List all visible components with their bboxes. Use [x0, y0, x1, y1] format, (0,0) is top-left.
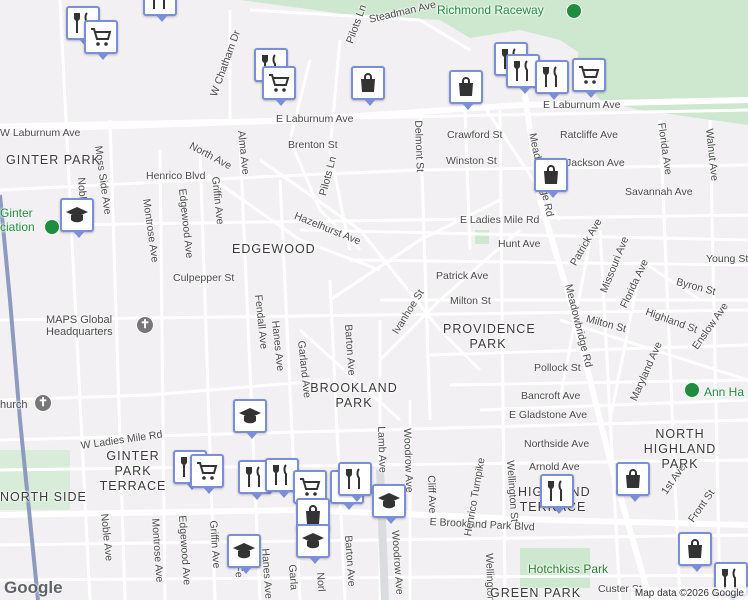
school-pin-icon[interactable]	[372, 484, 406, 524]
raceway-marker-icon[interactable]	[566, 3, 582, 19]
street-label: Delmont St	[412, 120, 426, 173]
street-label: Milton St	[450, 295, 491, 307]
street-label: Ratcliffe Ave	[560, 129, 618, 141]
street-label: E Gladstone Ave	[509, 409, 588, 421]
street-label: Crawford St	[447, 129, 503, 141]
map-canvas[interactable]: Steadman Ave E Laburnum Ave W Laburnum A…	[0, 0, 748, 600]
street-label: Hunt Ave	[498, 238, 541, 250]
poi-label-hotchkiss-park[interactable]: Hotchkiss Park	[528, 563, 608, 575]
street-label: Henrico Blvd	[146, 170, 206, 182]
street-label: Cliff Ave	[425, 475, 439, 514]
area-label: BROOKLAND PARK	[310, 381, 398, 410]
street-label: W Laburnum Ave	[0, 127, 81, 139]
shopping-cart-pin-icon[interactable]	[572, 58, 606, 98]
school-pin-icon[interactable]	[296, 524, 330, 564]
street-label: Bancroft Ave	[521, 390, 581, 402]
restaurant-pin-icon[interactable]	[338, 462, 372, 502]
shopping-bag-pin-icon[interactable]	[616, 462, 650, 502]
shopping-cart-pin-icon[interactable]	[84, 20, 118, 60]
street-label: Winston St	[446, 155, 497, 167]
church-icon[interactable]: ✝	[136, 316, 154, 334]
street-label: Norl	[314, 572, 328, 593]
shopping-bag-pin-icon[interactable]	[534, 158, 568, 198]
place-marker-icon[interactable]	[44, 219, 60, 235]
area-label: GINTER PARK	[6, 153, 101, 167]
street-label: E Laburnum Ave	[276, 113, 354, 125]
restaurant-pin-icon[interactable]	[535, 60, 569, 100]
street-label: Lamb Ave	[375, 426, 389, 473]
area-label: GINTER PARK TERRACE	[99, 449, 167, 493]
shopping-cart-pin-icon[interactable]	[262, 66, 296, 106]
park-tree-icon[interactable]	[684, 382, 700, 398]
school-pin-icon[interactable]	[233, 399, 267, 439]
street-label: Culpepper St	[173, 272, 235, 284]
street-label: Garla	[286, 564, 300, 591]
area-label: NORTH SIDE	[0, 490, 87, 504]
shopping-bag-pin-icon[interactable]	[351, 66, 385, 106]
area-label: EDGEWOOD	[232, 242, 316, 256]
street-label: Northside Ave	[524, 438, 590, 450]
street-label: E Laburnum Ave	[543, 99, 621, 111]
poi-label-ciation[interactable]: ciation	[0, 221, 35, 233]
street-label: E Ladies Mile Rd	[460, 214, 540, 226]
map-copyright: Map data ©2026 Google	[630, 587, 748, 600]
street-label: Young St	[706, 253, 748, 265]
google-logo: Google	[4, 578, 63, 597]
poi-label-ann-ha[interactable]: Ann Ha	[704, 386, 744, 398]
church-icon[interactable]: ✝	[34, 394, 52, 412]
shopping-cart-pin-icon[interactable]	[190, 454, 224, 494]
poi-label-church[interactable]: hurch	[0, 399, 28, 411]
school-pin-icon[interactable]	[60, 198, 94, 238]
street-label: Jackson Ave	[566, 157, 625, 169]
street-label: Nobl	[75, 177, 89, 200]
restaurant-pin-icon[interactable]	[143, 0, 177, 22]
street-label: Savannah Ave	[625, 186, 693, 198]
school-pin-icon[interactable]	[227, 534, 261, 574]
shopping-bag-pin-icon[interactable]	[678, 532, 712, 572]
poi-label-ginter[interactable]: Ginter	[0, 207, 33, 219]
street-label: Pollock St	[534, 362, 581, 374]
street-label: Patrick Ave	[436, 270, 489, 282]
street-label: Brenton St	[288, 139, 338, 151]
area-label: GREEN PARK	[490, 586, 582, 600]
poi-label-richmond-raceway[interactable]: Richmond Raceway	[437, 4, 544, 16]
poi-label-maps-global[interactable]: MAPS Global Headquarters	[46, 314, 136, 338]
street-label: Arnold Ave	[529, 461, 580, 473]
shopping-bag-pin-icon[interactable]	[449, 70, 483, 110]
restaurant-pin-icon[interactable]	[540, 474, 574, 514]
area-label: PROVIDENCE PARK	[443, 322, 536, 351]
